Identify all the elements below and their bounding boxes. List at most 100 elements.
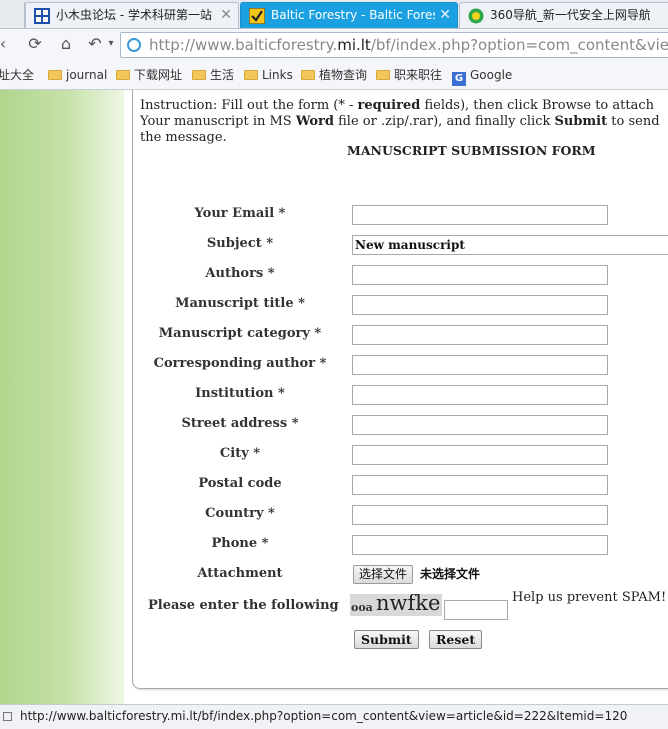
grid-favicon-icon xyxy=(34,8,50,24)
bookmark-item[interactable]: 职来职往 xyxy=(376,61,442,89)
bookmark-item[interactable]: 下载网址 xyxy=(116,61,182,89)
status-page-icon xyxy=(3,712,12,721)
city-label: City * xyxy=(219,446,261,461)
manuscript-title-field[interactable] xyxy=(352,295,608,315)
bookmark-item[interactable]: 植物查询 xyxy=(301,61,367,89)
status-url: http://www.balticforestry.mi.lt/bf/index… xyxy=(20,709,628,723)
tab-strip: 小木虫论坛 - 学术科研第一站 ✕ Baltic Forestry - Balt… xyxy=(0,0,668,29)
back-arrow-icon[interactable]: ‹ xyxy=(0,33,14,55)
address-url: http://www.balticforestry.mi.lt/bf/index… xyxy=(149,33,668,57)
page-viewport: Instruction: Fill out the form (* - requ… xyxy=(0,90,668,704)
url-suffix: /bf/index.php?option=com_content&view=ar… xyxy=(370,36,668,54)
tab-xiaomuchong[interactable]: 小木虫论坛 - 学术科研第一站 ✕ xyxy=(25,2,239,28)
folder-icon xyxy=(244,70,258,80)
postal-code-row: Postal code xyxy=(140,473,668,495)
email-label: Your Email * xyxy=(194,206,286,221)
bookmark-item[interactable]: 生活 xyxy=(192,61,234,89)
360-favicon-icon xyxy=(468,8,484,24)
bookmark-label: 生活 xyxy=(210,68,235,82)
institution-label: Institution * xyxy=(195,386,285,401)
tab-360-nav[interactable]: 360导航_新一代安全上网导航 xyxy=(459,2,668,28)
close-icon[interactable]: ✕ xyxy=(220,3,232,27)
url-prefix: http://www.balticforestry. xyxy=(149,36,338,54)
green-sidebar xyxy=(0,90,124,704)
subject-field[interactable] xyxy=(352,235,668,255)
postal-code-label: Postal code xyxy=(198,476,282,491)
country-label: Country * xyxy=(205,506,275,521)
reset-button[interactable]: Reset xyxy=(429,630,483,649)
captcha-label: Please enter the following xyxy=(148,598,339,613)
folder-icon xyxy=(301,70,315,80)
manuscript-category-label: Manuscript category * xyxy=(158,326,322,341)
captcha-text-large: nwfke xyxy=(376,594,441,615)
bookmark-label: journal xyxy=(66,68,108,82)
form-instructions: Instruction: Fill out the form (* - requ… xyxy=(140,98,660,145)
captcha-text-small: ooa xyxy=(351,601,373,614)
bookmark-label: 植物查询 xyxy=(319,68,368,82)
bookmark-label: Google xyxy=(470,68,513,82)
corresponding-author-field[interactable] xyxy=(352,355,608,375)
tab-title: 360导航_新一代安全上网导航 xyxy=(490,8,650,22)
bookmark-label: 下载网址 xyxy=(134,68,183,82)
authors-label: Authors * xyxy=(205,266,275,281)
manuscript-title-label: Manuscript title * xyxy=(175,296,305,311)
captcha-input[interactable] xyxy=(444,600,508,620)
street-address-label: Street address * xyxy=(181,416,299,431)
tab-baltic-forestry[interactable]: Baltic Forestry - Baltic Forestry ✕ xyxy=(240,2,458,28)
tab-title: Baltic Forestry - Baltic Forestry xyxy=(271,8,435,22)
institution-row: Institution * xyxy=(140,383,668,405)
institution-field[interactable] xyxy=(352,385,608,405)
check-favicon-icon xyxy=(249,8,265,24)
manuscript-category-field[interactable] xyxy=(352,325,608,345)
submit-button[interactable]: Submit xyxy=(354,630,419,649)
address-bar[interactable]: http://www.balticforestry.mi.lt/bf/index… xyxy=(120,32,668,58)
bookmark-label: 职来职往 xyxy=(394,68,443,82)
tab-strip-scroll-stub[interactable] xyxy=(0,2,25,28)
chevron-down-icon[interactable]: ▾ xyxy=(100,33,122,55)
phone-field[interactable] xyxy=(352,535,608,555)
bookmark-item[interactable]: Links xyxy=(244,61,293,89)
authors-field[interactable] xyxy=(352,265,608,285)
country-field[interactable] xyxy=(352,505,608,525)
corresponding-author-label: Corresponding author * xyxy=(153,356,327,371)
bookmarks-bar: 址大全 journal 下载网址 生活 Links 植物查询 职来职往 G Goo… xyxy=(0,61,668,90)
choose-file-button[interactable]: 选择文件 xyxy=(353,565,414,584)
attachment-label: Attachment xyxy=(197,566,283,581)
folder-icon xyxy=(116,70,130,80)
reload-icon[interactable]: ⟳ xyxy=(24,33,46,55)
bookmark-item[interactable]: 址大全 xyxy=(0,61,34,89)
home-icon[interactable]: ⌂ xyxy=(55,33,77,55)
street-address-row: Street address * xyxy=(140,413,668,435)
navigation-toolbar: ‹ ⟳ ⌂ ↶ ▾ http://www.balticforestry.mi.l… xyxy=(0,29,668,61)
postal-code-field[interactable] xyxy=(352,475,608,495)
city-row: City * xyxy=(140,443,668,465)
country-row: Country * xyxy=(140,503,668,525)
street-address-field[interactable] xyxy=(352,415,608,435)
bookmark-label: 址大全 xyxy=(0,68,35,82)
google-icon: G xyxy=(452,72,466,86)
close-icon[interactable]: ✕ xyxy=(439,3,451,27)
manuscript-category-row: Manuscript category * xyxy=(140,323,668,345)
corresponding-author-row: Corresponding author * xyxy=(140,353,668,375)
email-row: Your Email * xyxy=(140,203,668,225)
folder-icon xyxy=(192,70,206,80)
bookmark-label: Links xyxy=(262,68,293,82)
subject-row: Subject * xyxy=(140,233,668,255)
city-field[interactable] xyxy=(352,445,608,465)
status-bar: http://www.balticforestry.mi.lt/bf/index… xyxy=(0,704,668,729)
tab-title: 小木虫论坛 - 学术科研第一站 xyxy=(56,8,212,22)
folder-icon xyxy=(48,70,62,80)
bookmark-item[interactable]: G Google xyxy=(452,61,512,89)
phone-row: Phone * xyxy=(140,533,668,555)
manuscript-title-row: Manuscript title * xyxy=(140,293,668,315)
subject-label: Subject * xyxy=(206,236,274,251)
spam-note: Help us prevent SPAM! xyxy=(512,590,667,605)
email-field[interactable] xyxy=(352,205,608,225)
file-status-text: 未选择文件 xyxy=(420,567,481,581)
phone-label: Phone * xyxy=(211,536,269,551)
captcha-image: ooa nwfke xyxy=(350,594,442,616)
form-title: MANUSCRIPT SUBMISSION FORM xyxy=(347,143,596,158)
folder-icon xyxy=(376,70,390,80)
page-globe-icon xyxy=(127,38,141,52)
bookmark-item[interactable]: journal xyxy=(48,61,107,89)
